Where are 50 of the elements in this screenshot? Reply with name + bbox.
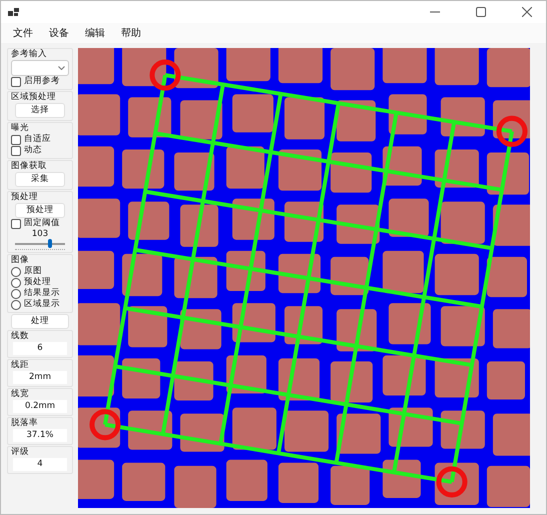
corner-marker [436,466,468,498]
maximize-icon[interactable] [476,7,486,17]
group-title: 图像获取 [11,161,48,172]
action-button[interactable]: 采集 [15,172,65,187]
checkbox-label: 启用参考 [24,76,60,87]
radio-label: 原图 [24,266,42,277]
checkbox[interactable] [11,76,21,86]
corner-marker [90,409,121,440]
radio-button[interactable] [11,300,21,310]
group-title: 图像 [11,255,30,266]
group-title: 线宽 [11,389,30,400]
checkbox[interactable] [11,218,21,228]
group-title: 评级 [11,447,30,458]
radio-label: 区域显示 [24,299,60,310]
radio-button[interactable] [11,278,21,288]
process-button[interactable]: 处理 [11,314,69,329]
radio-button[interactable] [11,266,21,276]
action-button[interactable]: 预处理 [15,203,65,218]
menu-item[interactable]: 帮助 [121,26,141,40]
radio-label: 预处理 [24,277,51,288]
group-title: 参考输入 [11,49,48,60]
radio-label: 结果显示 [24,288,60,299]
corner-marker [150,60,181,91]
group-title: 曝光 [11,123,30,134]
corner-marker [496,116,528,147]
group-title: 线距 [11,360,30,371]
value-field[interactable]: 6 [13,342,67,355]
group-title: 脱落率 [11,418,39,429]
value-field[interactable]: 37.1% [13,429,67,442]
chevron-down-icon [58,66,65,70]
threshold-value: 103 [30,229,50,239]
action-button[interactable]: 选择 [15,103,65,118]
value-field[interactable]: 4 [13,458,67,471]
menu-item[interactable]: 设备 [49,26,69,40]
group-title: 预处理 [11,192,39,203]
group-title: 线数 [11,331,30,342]
menu-item[interactable]: 编辑 [85,26,105,40]
menu-item[interactable]: 文件 [13,26,33,40]
close-icon[interactable] [522,7,532,17]
slider-thumb[interactable] [48,239,52,248]
radio-button[interactable] [11,288,21,298]
app-icon [8,7,19,17]
checkbox[interactable] [11,134,21,144]
checkbox-label: 自适应 [24,134,51,145]
value-field[interactable]: 2mm [13,371,67,384]
group-title: 区域预处理 [11,92,57,103]
checkbox-label: 动态 [24,145,42,156]
checkbox-label: 固定阈值 [24,218,60,229]
checkbox[interactable] [11,146,21,156]
value-field[interactable]: 0.2mm [13,400,67,413]
